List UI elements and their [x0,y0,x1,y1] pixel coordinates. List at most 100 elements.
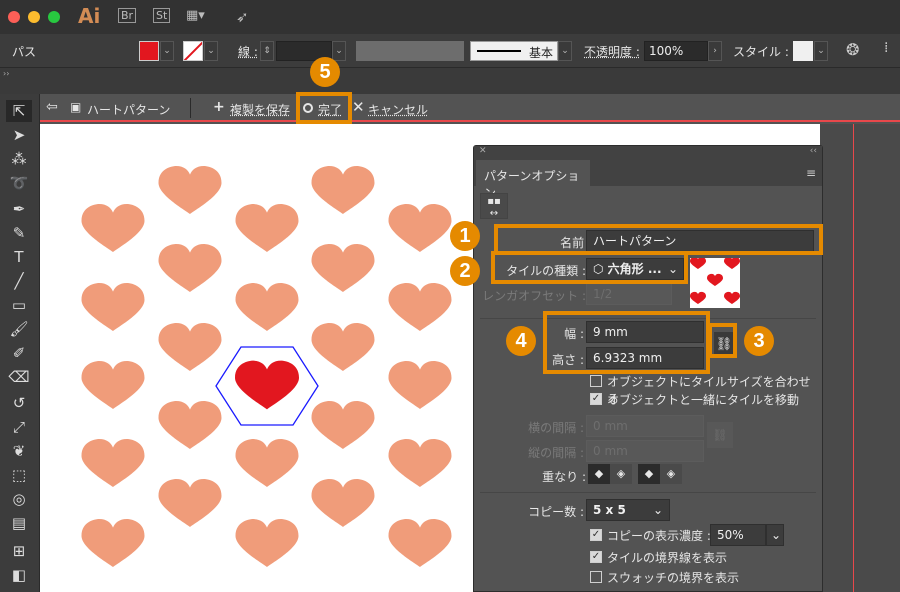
tools-panel: ⇱ ➤ ⁂ ➰ ✒ ✎ T ╱ ▭ 🖌 ✐ ⌫ ↺ ⤢ ❦ ⬚ ◎ ▤ ⊞ ◧ [0,94,40,592]
warp-tool-icon[interactable]: ❦ [6,440,32,462]
show-swatch-bounds-label: スウォッチの境界を表示 [607,571,740,585]
callout-highlight-size [543,311,710,374]
heart-copy [158,244,222,292]
pattern-edit-bar: ⇦ ▣ ハートパターン + 複製を保存 完了 ✕ キャンセル [40,94,900,122]
show-tile-edge-label: タイルの境界線を表示 [607,551,728,565]
fill-dropdown[interactable]: ⌄ [160,41,174,61]
show-tile-edge-checkbox[interactable]: ✓ [590,551,602,563]
rotate-tool-icon[interactable]: ↺ [6,392,32,414]
dim-copies-dropdown[interactable]: ⌄ [766,524,784,546]
stroke-weight-label[interactable]: 線 : [238,43,258,60]
pen-tool-icon[interactable]: ✒ [6,198,32,220]
callout-badge-5: 5 [310,57,340,87]
brush-definition-select[interactable]: 基本 [470,41,558,61]
brick-offset-label: レンガオフセット : [482,289,586,303]
overlap-label: 重なり : [542,470,586,484]
curvature-tool-icon[interactable]: ✎ [6,222,32,244]
spacing-link-icon[interactable]: ⛓ [707,422,733,448]
move-tile-checkbox[interactable]: ✓ [590,393,602,405]
pattern-icon: ▣ [70,100,82,114]
heart-copy [311,166,375,214]
plus-icon: + [213,99,225,115]
move-tile-label: オブジェクトと一緒にタイルを移動 [607,393,800,407]
expand-toolbar-icon[interactable]: ›› [3,69,9,78]
opacity-label[interactable]: 不透明度 : [584,43,640,60]
variable-width-profile[interactable] [356,41,464,61]
swatch-heart [707,273,723,287]
heart-copy [81,439,145,487]
zoom-window-button[interactable] [48,11,60,23]
panel-header[interactable]: ✕ ‹‹ [474,146,822,160]
save-copy-button[interactable]: 複製を保存 [230,101,290,118]
brick-offset-select[interactable]: 1/2 [586,283,672,305]
fit-tile-checkbox[interactable] [590,375,602,387]
bridge-button[interactable]: Br [118,8,137,23]
swatch-heart [690,291,706,305]
dim-copies-input[interactable]: 50% [710,524,766,546]
pasteboard [820,124,900,592]
left-in-front-button[interactable]: ◆ [588,464,610,484]
pattern-tile-tool-button[interactable]: ▪▪ ↔ [480,193,508,219]
pattern-name-label: ハートパターン [87,103,171,117]
heart-copy [235,204,299,252]
stroke-weight-dropdown[interactable]: ⌄ [332,41,346,61]
heart-copy [311,244,375,292]
exit-pattern-arrow-icon[interactable]: ⇦ [46,99,58,115]
type-tool-icon[interactable]: T [6,246,32,268]
shaper-tool-icon[interactable]: ✐ [6,342,32,364]
v-spacing-input[interactable]: 0 mm [586,440,704,462]
cancel-button[interactable]: キャンセル [368,101,428,118]
tab-pattern-options[interactable]: パターンオプション [476,160,590,200]
free-transform-tool-icon[interactable]: ⬚ [6,464,32,486]
swatch-heart [690,258,706,270]
artboard-edge-line [853,124,854,592]
right-in-front-button[interactable]: ◈ [610,464,632,484]
close-window-button[interactable] [8,11,20,23]
minimize-window-button[interactable] [28,11,40,23]
stroke-weight-stepper[interactable]: ⇕ [260,41,274,61]
scale-tool-icon[interactable]: ⤢ [6,416,32,438]
graphic-style-swatch[interactable] [793,41,813,61]
brush-dropdown[interactable]: ⌄ [558,41,572,61]
paintbrush-tool-icon[interactable]: 🖌 [6,318,32,340]
copies-value: 5 x 5 [593,503,626,517]
mesh-tool-icon[interactable]: ⊞ [6,540,32,562]
close-panel-icon[interactable]: ✕ [479,146,487,156]
callout-badge-1: 1 [450,221,480,251]
dim-copies-checkbox[interactable]: ✓ [590,529,602,541]
eraser-tool-icon[interactable]: ⌫ [6,366,32,388]
collapse-panel-icon[interactable]: ‹‹ [810,146,817,156]
heart-copy [311,401,375,449]
top-in-front-button[interactable]: ◆ [638,464,660,484]
stroke-color-swatch[interactable] [183,41,203,61]
opacity-input[interactable]: 100% [644,41,708,61]
style-dropdown[interactable]: ⌄ [814,41,828,61]
lasso-tool-icon[interactable]: ➰ [6,172,32,194]
perspective-grid-tool-icon[interactable]: ▤ [6,512,32,534]
shape-builder-tool-icon[interactable]: ◎ [6,488,32,510]
selection-tool-icon[interactable]: ⇱ [6,100,32,122]
workspace-layout-icon[interactable]: ▦▾ [186,8,205,23]
direct-selection-tool-icon[interactable]: ➤ [6,124,32,146]
bottom-in-front-button[interactable]: ◈ [660,464,682,484]
stroke-dropdown[interactable]: ⌄ [204,41,218,61]
swatch-heart [724,291,740,305]
h-spacing-input[interactable]: 0 mm [586,415,704,437]
show-swatch-bounds-checkbox[interactable] [590,571,602,583]
stock-button[interactable]: St [153,8,171,23]
magic-wand-tool-icon[interactable]: ⁂ [6,148,32,170]
rectangle-tool-icon[interactable]: ▭ [6,294,32,316]
heart-copy [81,283,145,331]
panel-menu-icon[interactable]: ≡ [806,166,816,180]
fill-color-swatch[interactable] [139,41,159,61]
copies-select[interactable]: 5 x 5 ⌄ [586,499,670,521]
opacity-arrow[interactable]: › [708,41,722,61]
document-tab-strip: ›› [0,68,900,94]
align-icon[interactable]: ⁞ [884,40,888,56]
line-tool-icon[interactable]: ╱ [6,270,32,292]
gradient-tool-icon[interactable]: ◧ [6,564,32,586]
heart-copy [388,283,452,331]
recolor-artwork-icon[interactable]: ❂ [846,40,859,59]
rocket-icon[interactable]: ➶ [236,8,249,26]
v-spacing-label: 縦の間隔 : [528,446,584,460]
